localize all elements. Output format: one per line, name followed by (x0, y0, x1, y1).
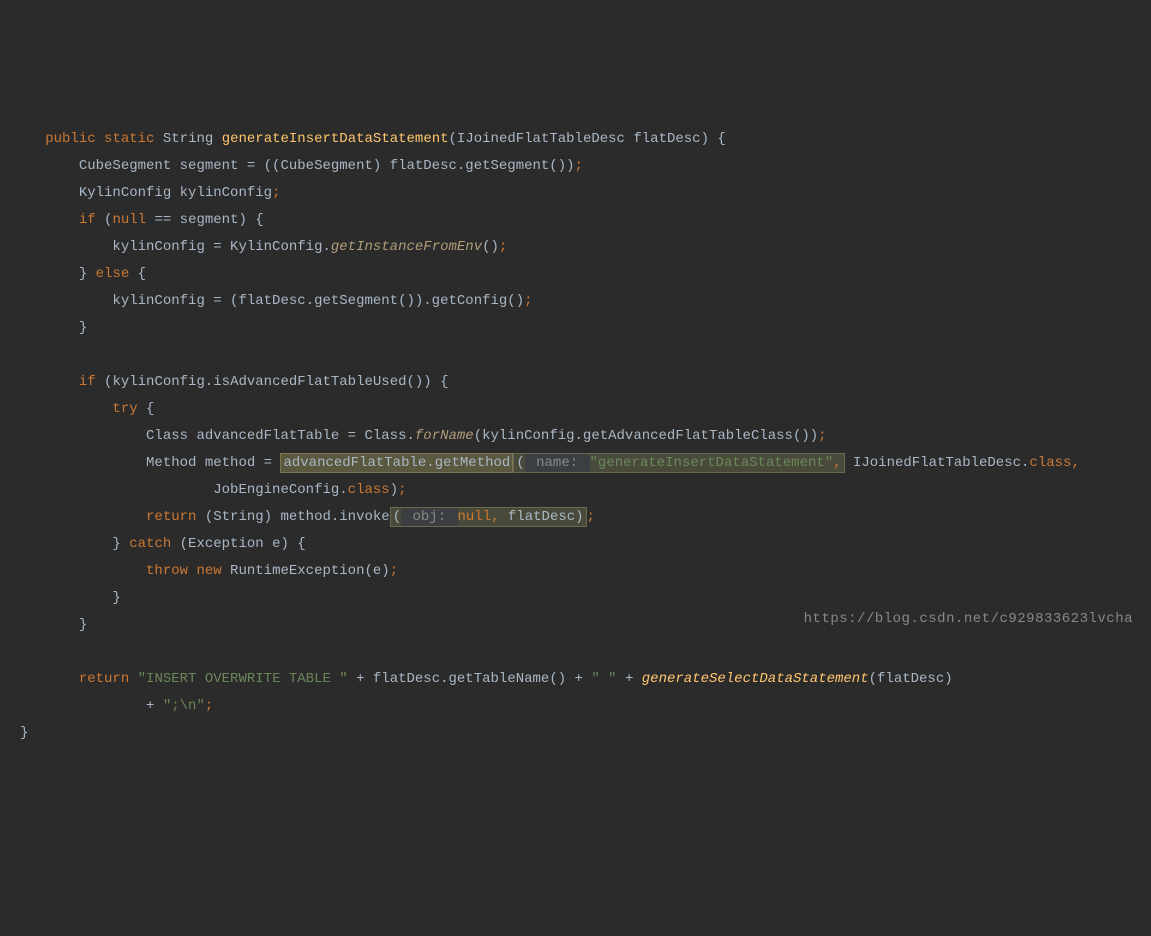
code-line: public static String generateInsertDataS… (20, 126, 1151, 153)
code-line: return "INSERT OVERWRITE TABLE " + flatD… (20, 666, 1151, 693)
code-line: try { (20, 396, 1151, 423)
code-line: CubeSegment segment = ((CubeSegment) fla… (20, 153, 1151, 180)
code-line: KylinConfig kylinConfig; (20, 180, 1151, 207)
code-line (20, 639, 1151, 666)
code-line: JobEngineConfig.class); (20, 477, 1151, 504)
param-hint-name: name: (525, 454, 590, 472)
code-line: } catch (Exception e) { (20, 531, 1151, 558)
code-line (20, 342, 1151, 369)
code-line: Class advancedFlatTable = Class.forName(… (20, 423, 1151, 450)
param-hint-obj: obj: (401, 508, 457, 526)
code-line: } (20, 315, 1151, 342)
code-line: if (null == segment) { (20, 207, 1151, 234)
code-line: throw new RuntimeException(e); (20, 558, 1151, 585)
code-line: + ";\n"; (20, 693, 1151, 720)
code-line: kylinConfig = KylinConfig.getInstanceFro… (20, 234, 1151, 261)
watermark-url: https://blog.csdn.net/c929833623lvcha (804, 606, 1133, 633)
code-line: if (kylinConfig.isAdvancedFlatTableUsed(… (20, 369, 1151, 396)
code-line: return (String) method.invoke( obj: null… (20, 504, 1151, 531)
highlight-params: ( obj: null, flatDesc) (390, 507, 587, 527)
highlight-params: ( name: "generateInsertDataStatement", (513, 453, 844, 473)
highlight-selection: advancedFlatTable.getMethod (280, 453, 513, 473)
code-line: } (20, 720, 1151, 747)
code-line: Method method = advancedFlatTable.getMet… (20, 450, 1151, 477)
code-editor[interactable]: public static String generateInsertDataS… (20, 126, 1151, 747)
code-line: } else { (20, 261, 1151, 288)
code-line: kylinConfig = (flatDesc.getSegment()).ge… (20, 288, 1151, 315)
